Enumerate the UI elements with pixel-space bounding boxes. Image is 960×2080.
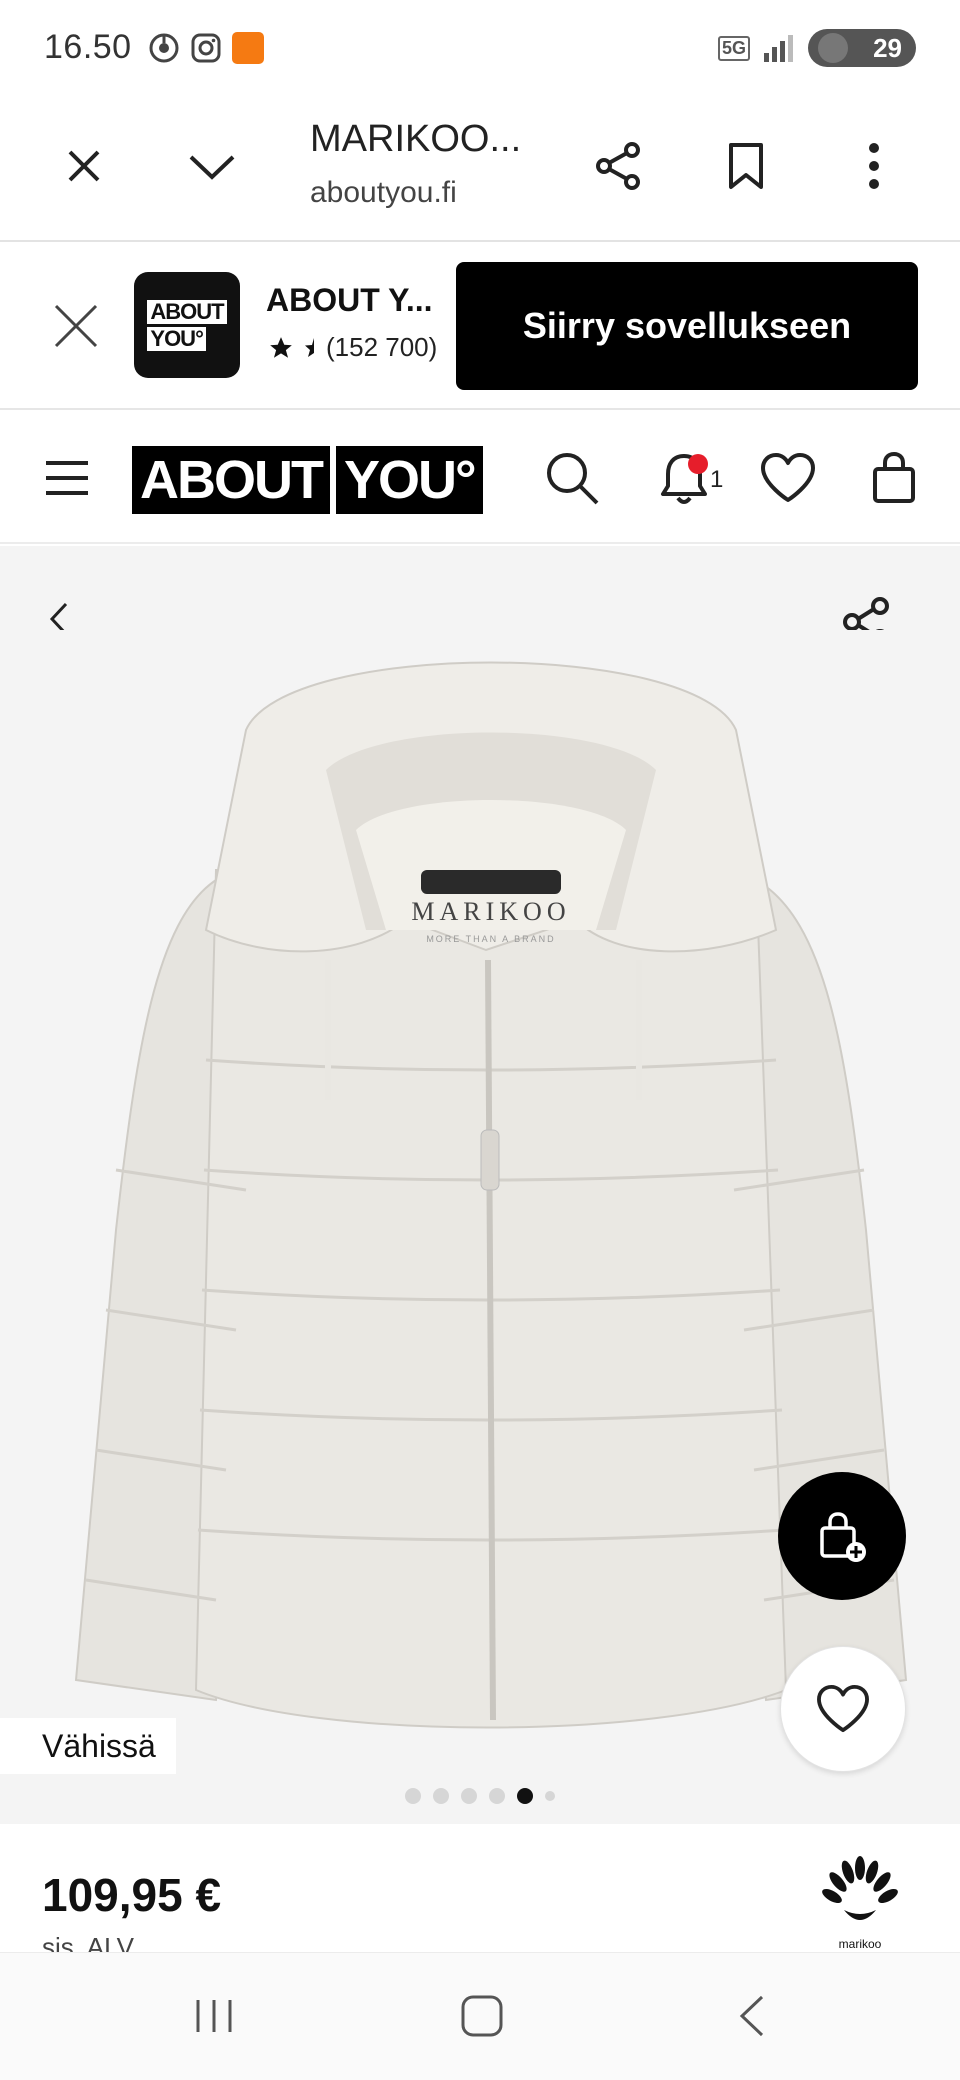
status-bar: 16.50 5G 29: [0, 0, 960, 96]
chevron-down-icon: [189, 155, 235, 180]
home-icon: [461, 1995, 503, 2037]
brand-logo-text: marikoo: [839, 1937, 882, 1951]
hamburger-menu-icon: [46, 461, 88, 495]
pagination-dot[interactable]: [433, 1788, 449, 1804]
share-icon: [596, 142, 640, 190]
heart-icon: [761, 453, 815, 502]
app-logo-line2: YOU°: [147, 326, 206, 351]
app-logo: ABOUT YOU°: [134, 272, 240, 378]
status-time: 16.50: [44, 28, 132, 66]
kebab-menu-icon: [869, 143, 879, 189]
cart-button[interactable]: [858, 446, 930, 510]
close-tab-button[interactable]: [44, 126, 124, 206]
minimize-button[interactable]: [172, 126, 252, 206]
close-icon: [68, 150, 100, 182]
app-logo-line1: ABOUT: [147, 299, 227, 324]
back-button[interactable]: [712, 1981, 792, 2051]
battery-level: 29: [873, 32, 902, 63]
rating-count: (152 700): [326, 332, 438, 362]
pagination-dot[interactable]: [461, 1788, 477, 1804]
site-header: ABOUT YOU° 1: [0, 410, 960, 544]
notification-count: 1: [710, 466, 724, 493]
battery-icon: [818, 33, 848, 63]
add-to-wishlist-button[interactable]: [780, 1646, 906, 1772]
system-nav-bar: [0, 1952, 960, 2080]
home-button[interactable]: [442, 1981, 522, 2051]
network-label: 5G: [717, 35, 750, 61]
close-icon: [54, 304, 98, 348]
notification-dot: [688, 454, 708, 474]
status-right: 5G 29: [717, 28, 916, 68]
back-icon: [739, 1995, 764, 2037]
gallery-pagination: [0, 1788, 960, 1804]
pagination-dot-active[interactable]: [517, 1788, 533, 1804]
open-app-button[interactable]: Siirry sovellukseen: [456, 262, 918, 390]
site-logo-part1: ABOUT: [132, 446, 330, 514]
search-button[interactable]: [536, 446, 608, 510]
chrome-icon: [149, 33, 179, 63]
search-icon: [547, 453, 599, 505]
more-options-button[interactable]: [834, 126, 914, 206]
jacket-tagline: MORE THAN A BRAND: [426, 934, 555, 944]
bookmark-icon: [729, 143, 763, 189]
recent-apps-button[interactable]: [174, 1981, 254, 2051]
price-section: 109,95 € sis. ALV marikoo: [0, 1824, 960, 1962]
add-to-bag-icon: [820, 1512, 866, 1562]
dismiss-banner-button[interactable]: [36, 286, 116, 366]
menu-button[interactable]: [36, 448, 98, 508]
wishlist-button[interactable]: [752, 446, 824, 510]
jacket-label: MARIKOO: [411, 897, 570, 926]
brand-logo[interactable]: marikoo: [820, 1854, 900, 1954]
pagination-dot[interactable]: [405, 1788, 421, 1804]
half-star-icon: [305, 337, 314, 357]
app-name: ABOUT Y...: [266, 282, 433, 318]
product-price: 109,95 €: [42, 1869, 222, 1921]
shopping-bag-icon: [873, 451, 915, 503]
page-url[interactable]: aboutyou.fi: [310, 176, 457, 210]
instagram-icon: [191, 33, 221, 63]
temu-icon: [232, 32, 264, 64]
browser-toolbar: MARIKOO... aboutyou.fi: [0, 96, 960, 242]
bookmark-button[interactable]: [706, 126, 786, 206]
share-page-button[interactable]: [578, 126, 658, 206]
battery-indicator: 29: [808, 29, 916, 67]
product-image-jacket[interactable]: MARIKOO MORE THAN A BRAND: [56, 630, 924, 1760]
add-to-bag-button[interactable]: [778, 1472, 906, 1600]
star-icon: [270, 336, 292, 358]
pagination-dot[interactable]: [545, 1791, 555, 1801]
page-title[interactable]: MARIKOO...: [310, 118, 521, 161]
availability-badge: Vähissä: [0, 1718, 176, 1774]
product-gallery[interactable]: MARIKOO MORE THAN A BRAND Vähissä: [0, 546, 960, 1824]
app-install-banner: ABOUT YOU° ABOUT Y... (152 700) Siirry s…: [0, 242, 960, 410]
app-rating: (152 700): [268, 332, 437, 363]
recent-apps-icon: [196, 2000, 232, 2032]
site-logo-part2: YOU°: [335, 446, 483, 514]
pagination-dot[interactable]: [489, 1788, 505, 1804]
signal-icon: [764, 35, 793, 62]
heart-icon: [817, 1684, 869, 1733]
site-logo[interactable]: ABOUT YOU°: [132, 446, 483, 514]
